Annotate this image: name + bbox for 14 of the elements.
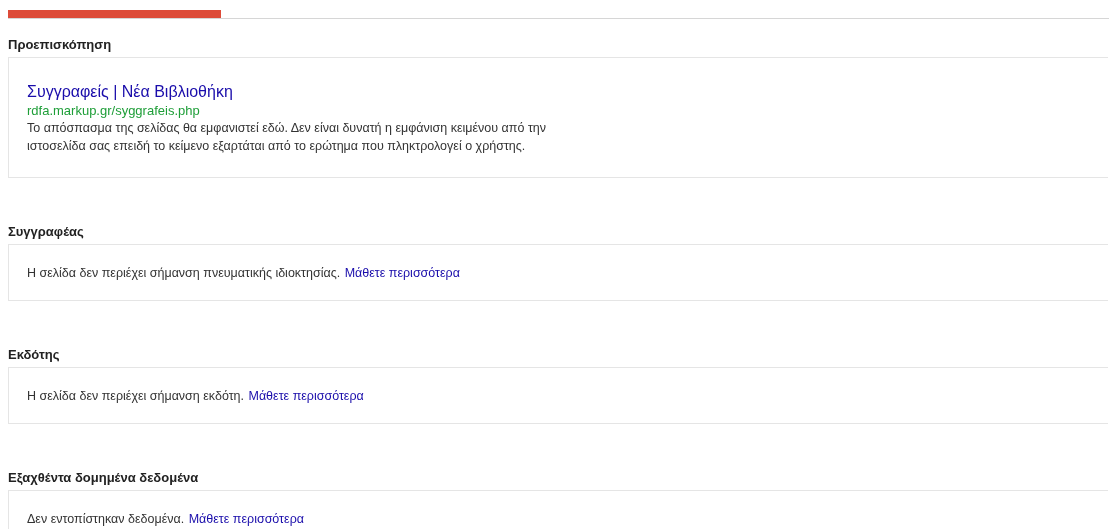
result-url: rdfa.markup.gr/syggrafeis.php bbox=[27, 103, 200, 118]
message-text: Η σελίδα δεν περιέχει σήμανση εκδότη. bbox=[27, 389, 245, 403]
section-heading: Προεπισκόπηση bbox=[8, 36, 112, 54]
result-snippet: Το απόσπασμα της σελίδας θα εμφανιστεί εδώ. Δεν είναι δυνατή η εμφάνιση κειμένου από την ιστοσελίδα σας επειδή το κείμενο εξαρτάται από το ερώτημα που πληκτρολογεί ο χρήστης. bbox=[27, 120, 548, 155]
section-heading: Συγγραφέας bbox=[8, 223, 84, 241]
section-heading: Εξαχθέντα δομημένα δεδομένα bbox=[8, 469, 199, 487]
message-text: Η σελίδα δεν περιέχει σήμανση πνευματικής ιδιοκτησίας. bbox=[27, 266, 341, 280]
learn-more-link[interactable]: Μάθετε περισσότερα bbox=[344, 266, 460, 280]
section-heading: Εκδότης bbox=[8, 346, 60, 364]
message-text: Δεν εντοπίστηκαν δεδομένα. bbox=[27, 512, 185, 526]
learn-more-link[interactable]: Μάθετε περισσότερα bbox=[188, 512, 304, 526]
tab[interactable] bbox=[8, 10, 221, 18]
learn-more-link[interactable]: Μάθετε περισσότερα bbox=[248, 389, 364, 403]
result-title-link[interactable]: Συγγραφείς | Νέα Βιβλιοθήκη bbox=[27, 82, 233, 101]
